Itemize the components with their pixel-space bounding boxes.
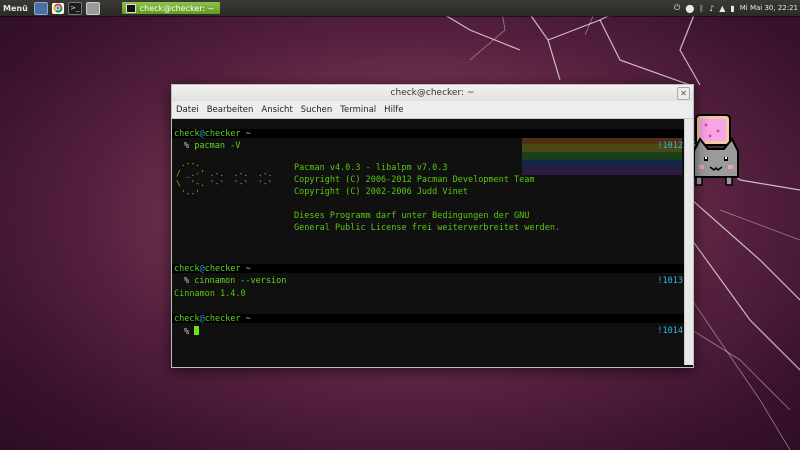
power-icon[interactable]: ⏻ [674, 3, 680, 13]
menu-button[interactable]: Menü [0, 4, 34, 13]
close-icon[interactable]: ✕ [677, 87, 690, 100]
command-line: % cinnamon --version [184, 276, 287, 286]
text-cursor [194, 326, 200, 335]
browser-launcher-icon[interactable] [51, 2, 64, 14]
output-line: Cinnamon 1.4.0 [174, 289, 246, 299]
output-line: Pacman v4.0.3 - libalpm v7.0.3 [294, 163, 448, 173]
output-line: Copyright (C) 2006-2012 Pacman Developme… [294, 175, 535, 185]
terminal-window: check@checker: ~ ✕ Datei Bearbeiten Ansi… [171, 84, 694, 368]
terminal-icon [125, 3, 136, 13]
prompt-line: check@checker ~ [174, 129, 251, 139]
menu-terminal[interactable]: Terminal [336, 105, 380, 115]
network-icon[interactable]: ▲ [719, 4, 725, 13]
prompt-line: check@checker ~ [174, 264, 251, 274]
history-number: !1014 [657, 326, 683, 336]
history-number: !1013 [657, 276, 683, 286]
menu-ansicht[interactable]: Ansicht [257, 105, 296, 115]
bluetooth-icon[interactable]: ᛒ [699, 4, 704, 13]
menu-datei[interactable]: Datei [172, 105, 203, 115]
top-panel: Menü >_ check@checker: ~ ⏻ ⬤ ᛒ ♪ ▲ ▮ Mi … [0, 0, 800, 16]
command-line: % pacman -V [184, 141, 241, 151]
scrollbar[interactable] [684, 119, 693, 365]
taskbar-window-button[interactable]: check@checker: ~ [121, 2, 221, 14]
battery-icon[interactable]: ▮ [730, 4, 734, 13]
window-title: check@checker: ~ [390, 88, 475, 98]
file-manager-launcher-icon[interactable] [85, 1, 100, 15]
terminal-output[interactable]: check@checker ~ % pacman -V !1012 .--. /… [172, 119, 693, 365]
system-tray: ⏻ ⬤ ᛒ ♪ ▲ ▮ Mi Mai 30, 22:21 [674, 0, 798, 16]
history-number: !1012 [657, 141, 683, 151]
nyan-cat-icon [687, 114, 739, 186]
notification-icon[interactable]: ⬤ [685, 4, 694, 13]
terminal-launcher-icon[interactable]: >_ [67, 1, 82, 15]
terminal-menubar: Datei Bearbeiten Ansicht Suchen Terminal… [172, 101, 693, 119]
menu-bearbeiten[interactable]: Bearbeiten [203, 105, 258, 115]
clock[interactable]: Mi Mai 30, 22:21 [740, 4, 798, 12]
menu-suchen[interactable]: Suchen [297, 105, 336, 115]
prompt-line: check@checker ~ [174, 314, 251, 324]
taskbar-window-label: check@checker: ~ [139, 3, 215, 13]
volume-icon[interactable]: ♪ [709, 4, 714, 13]
window-titlebar[interactable]: check@checker: ~ ✕ [172, 85, 693, 101]
pacman-ascii-logo: .--. / _.-' .-. .-. .-. \ '-. '-' '-' '-… [176, 159, 273, 198]
output-line: General Public License frei weiterverbre… [294, 223, 561, 233]
desktop-launcher-icon[interactable] [33, 1, 48, 15]
menu-hilfe[interactable]: Hilfe [380, 105, 407, 115]
output-line: Dieses Programm darf unter Bedingungen d… [294, 211, 530, 221]
command-line[interactable]: % [184, 326, 200, 337]
output-line: Copyright (C) 2002-2006 Judd Vinet [294, 187, 468, 197]
